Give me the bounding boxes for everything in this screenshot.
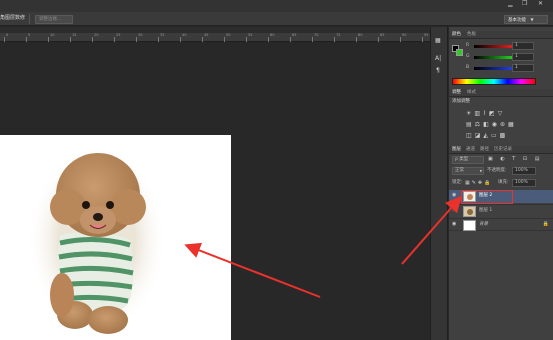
chevron-down-icon: ▼ — [530, 17, 534, 22]
color-panel-tabs: 颜色 色板 — [449, 31, 553, 39]
window-controls[interactable]: ▁ ❐ ✕ — [506, 1, 550, 9]
fill-label: 填充: — [498, 180, 509, 185]
layer-row[interactable]: ◉ 背景 🔒 — [449, 218, 553, 231]
fill-field[interactable]: 100% — [512, 179, 536, 187]
selective-color-icon[interactable]: ▩ — [500, 132, 509, 139]
tab-paths[interactable]: 路径 — [480, 147, 489, 153]
poodle-image — [27, 145, 167, 335]
tab-swatches[interactable]: 色板 — [467, 32, 476, 38]
levels-icon[interactable]: ▥ — [474, 110, 483, 117]
ruler-tick-label: 25 — [116, 33, 121, 37]
ruler-tick-label: 75 — [336, 33, 341, 37]
paragraph-icon[interactable]: ¶ — [436, 68, 440, 74]
channel-label-b: B — [466, 65, 470, 70]
invert-icon[interactable]: ◫ — [466, 132, 475, 139]
options-title-fragment: 角图层数修 — [0, 15, 26, 21]
adjust-icon-grid: ☀▥⌇◩▽ ▤⚖◧◉⊛▦ ◫◪◭▭▩ — [466, 108, 532, 142]
visibility-eye-icon[interactable]: ◉ — [452, 193, 456, 198]
history-icon[interactable]: ▦ — [435, 38, 441, 44]
ruler-tick-label: 70 — [314, 33, 319, 37]
color-sliders[interactable]: R 1 G 1 B 1 — [466, 42, 552, 76]
layers-panel-tabs: 图层 通道 路径 历史记录 — [449, 146, 553, 154]
value-b[interactable]: 1 — [512, 64, 534, 72]
visibility-eye-icon[interactable]: ◉ — [452, 222, 456, 227]
background-color-swatch[interactable] — [456, 49, 463, 56]
options-bar — [0, 12, 553, 26]
workspace-switcher[interactable]: 基本功能 ▼ — [504, 15, 548, 24]
mixer-icon[interactable]: ⊛ — [500, 121, 508, 128]
restore-icon[interactable]: ❐ — [522, 1, 527, 7]
layers-empty-area — [449, 232, 553, 340]
ruler-tick-label: 45 — [204, 33, 209, 37]
ruler-tick-label: 65 — [292, 33, 297, 37]
tab-history[interactable]: 历史记录 — [494, 147, 512, 153]
layer-thumbnail — [463, 206, 476, 217]
tab-adjustments[interactable]: 调整 — [452, 90, 461, 96]
ruler-tick-label: 80 — [358, 33, 363, 37]
tab-styles[interactable]: 样式 — [467, 90, 476, 96]
slider-r[interactable] — [474, 45, 512, 48]
ruler-tick-label: 95 — [424, 33, 429, 37]
tab-color[interactable]: 颜色 — [452, 32, 461, 38]
slider-b[interactable] — [474, 67, 512, 70]
document-canvas[interactable] — [0, 135, 231, 340]
color-spectrum-bar[interactable] — [452, 78, 536, 85]
ruler-tick-label: 50 — [226, 33, 231, 37]
exposure-icon[interactable]: ◩ — [489, 110, 498, 117]
ruler-tick-label: 20 — [94, 33, 99, 37]
channel-label-r: R — [466, 43, 470, 48]
threshold-icon[interactable]: ◭ — [483, 132, 491, 139]
photo-filter-icon[interactable]: ◉ — [492, 121, 500, 128]
layer-filter-icons[interactable]: ▣ ◐ T ⊡ ▤ — [488, 156, 548, 164]
layer-name: 图层 1 — [479, 208, 493, 213]
opacity-field[interactable]: 100% — [512, 167, 536, 175]
close-icon[interactable]: ✕ — [538, 1, 543, 7]
chevron-down-icon: ▼ — [479, 169, 482, 173]
tab-layers[interactable]: 图层 — [452, 147, 461, 153]
adjust-edge-button[interactable]: 调整边缘... — [35, 15, 73, 24]
ruler-tick-label: 30 — [138, 33, 143, 37]
ruler-tick-label: 15 — [72, 33, 77, 37]
blend-mode-select[interactable]: 正常 ▼ — [452, 167, 484, 175]
layer-filter-select[interactable]: ρ 类型 — [452, 156, 484, 164]
tab-channels[interactable]: 通道 — [466, 147, 475, 153]
visibility-eye-icon[interactable]: ▢ — [452, 208, 457, 213]
ruler-tick-label: 35 — [160, 33, 165, 37]
adjust-panel-tabs: 调整 样式 — [449, 89, 553, 97]
lock-icons[interactable]: ▦✎✥🔒 — [465, 180, 495, 187]
ruler-tick-label: 5 — [28, 33, 31, 37]
vibrance-icon[interactable]: ▽ — [498, 110, 506, 117]
minimize-icon[interactable]: ▁ — [508, 1, 513, 7]
slider-g[interactable] — [474, 56, 512, 59]
ruler-tick-label: 55 — [248, 33, 253, 37]
bw-icon[interactable]: ◧ — [483, 121, 492, 128]
value-g[interactable]: 1 — [512, 53, 534, 61]
layer-row[interactable]: ▢ 图层 1 — [449, 204, 553, 217]
ruler-tick-label: 10 — [50, 33, 55, 37]
opacity-label: 不透明度: — [487, 168, 507, 173]
menu-bar — [0, 0, 553, 12]
ruler-tick-label: 40 — [182, 33, 187, 37]
character-icon[interactable]: A| — [435, 56, 441, 62]
hue-icon[interactable]: ▤ — [466, 121, 475, 128]
ruler-tick-label: 90 — [402, 33, 407, 37]
ruler-tick-label: 0 — [6, 33, 9, 37]
ruler-tick-label: 85 — [380, 33, 385, 37]
ruler-tick-label: 60 — [270, 33, 275, 37]
layer-name: 背景 — [479, 222, 488, 227]
lock-icon: 🔒 — [542, 221, 549, 227]
workspace-label: 基本功能 — [508, 18, 526, 23]
value-r[interactable]: 1 — [512, 42, 534, 50]
gradient-map-icon[interactable]: ▭ — [491, 132, 500, 139]
lookup-icon[interactable]: ▦ — [508, 121, 517, 128]
balance-icon[interactable]: ⚖ — [475, 121, 483, 128]
layer-thumbnail — [463, 220, 476, 231]
adjust-panel-title: 添加调整 — [452, 99, 470, 104]
lock-label: 锁定: — [452, 180, 463, 185]
channel-label-g: G — [466, 54, 470, 59]
layer-highlight-box — [461, 190, 513, 204]
horizontal-ruler: 0 5 10 15 20 25 30 35 40 45 50 55 60 65 70 75 80 85 90 95 — [0, 33, 430, 42]
